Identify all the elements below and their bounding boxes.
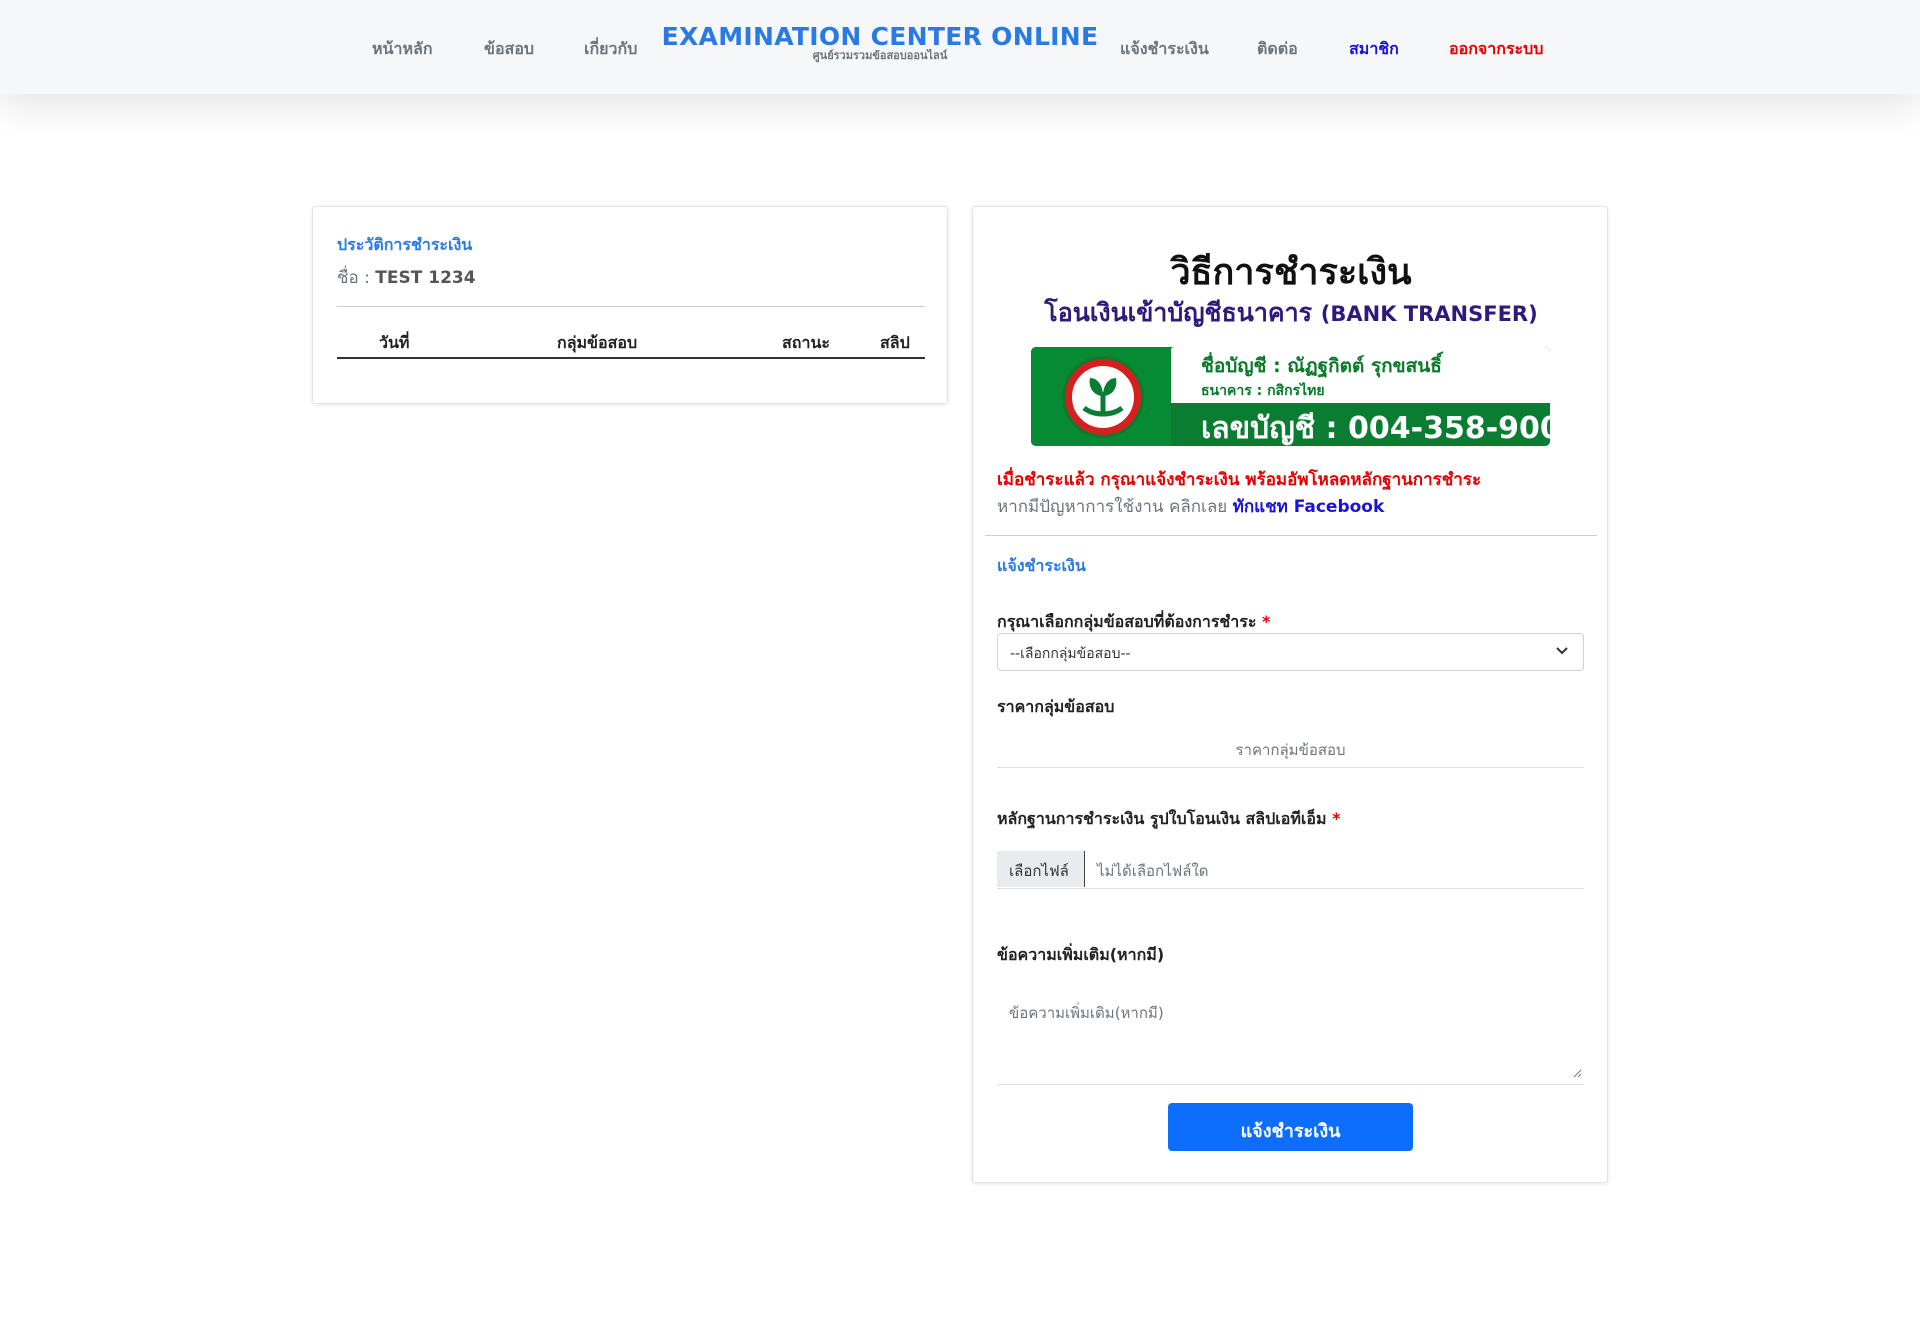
required-mark: * (1332, 809, 1341, 828)
exam-price-field: ราคากลุ่มข้อสอบ (997, 730, 1584, 768)
column-status: สถานะ (782, 333, 830, 352)
submit-payment-button[interactable]: แจ้งชำระเงิน (1168, 1103, 1413, 1151)
nav-contact-link[interactable]: ติดต่อ (1257, 37, 1298, 62)
nav-logout-link[interactable]: ออกจากระบบ (1449, 37, 1543, 62)
history-table-header: วันที่ กลุ่มข้อสอบ สถานะ สลิป (337, 331, 925, 359)
exam-group-label: กรุณาเลือกกลุ่มข้อสอบที่ต้องการชำระ * (997, 610, 1270, 635)
divider (337, 306, 925, 307)
exam-group-select[interactable]: --เลือกกลุ่มข้อสอบ-- (997, 633, 1584, 671)
choose-file-button[interactable]: เลือกไฟล์ (997, 851, 1085, 887)
bank-transfer-subtitle-en: (BANK TRANSFER) (1320, 302, 1538, 326)
bank-account-banner: ชื่อบัญชี : ณัฏฐกิตต์ รุกขสนธิ์ ธนาคาร :… (1031, 347, 1550, 446)
payment-notice: เมื่อชำระแล้ว กรุณาแจ้งชำระเงิน พร้อมอัพ… (997, 470, 1482, 490)
nav-home-link[interactable]: หน้าหลัก (372, 37, 433, 62)
top-navbar: หน้าหลัก ข้อสอบ เกี่ยวกับ EXAMINATION CE… (0, 0, 1920, 94)
note-textarea[interactable]: ข้อความเพิ่มเติม(หากมี) (997, 985, 1584, 1085)
exam-group-selected: --เลือกกลุ่มข้อสอบ-- (1010, 646, 1131, 662)
column-date: วันที่ (379, 333, 410, 352)
note-label: ข้อความเพิ่มเติม(หากมี) (997, 945, 1165, 964)
divider (985, 535, 1597, 536)
column-slip: สลิป (880, 333, 910, 352)
payment-proof-file-input[interactable]: เลือกไฟล์ ไม่ได้เลือกไฟล์ใด (997, 851, 1584, 889)
payment-proof-label: หลักฐานการชำระเงิน รูปใบโอนเงิน สลิปเอที… (997, 807, 1340, 832)
user-name-label: ชื่อ : (337, 268, 370, 288)
column-exam-group: กลุ่มข้อสอบ (557, 333, 638, 352)
nav-member-link[interactable]: สมาชิก (1349, 37, 1399, 62)
facebook-chat-link[interactable]: ทักแชท Facebook (1233, 497, 1385, 517)
user-name-row: ชื่อ : TEST 1234 (337, 264, 476, 291)
bank-transfer-subtitle: โอนเงินเข้าบัญชีธนาคาร (BANK TRANSFER) (973, 293, 1609, 333)
nav-exams-link[interactable]: ข้อสอบ (484, 37, 534, 62)
payment-proof-label-text: หลักฐานการชำระเงิน รูปใบโอนเงิน สลิปเอที… (997, 809, 1327, 828)
bank-info-area: ชื่อบัญชี : ณัฏฐกิตต์ รุกขสนธิ์ ธนาคาร :… (1171, 347, 1550, 446)
payment-history-card: ประวัติการชำระเงิน ชื่อ : TEST 1234 วันท… (312, 206, 948, 404)
payment-form-title: แจ้งชำระเงิน (997, 556, 1086, 575)
note-placeholder: ข้อความเพิ่มเติม(หากมี) (1009, 1004, 1164, 1022)
user-name-value: TEST 1234 (375, 268, 476, 288)
brand-title: EXAMINATION CENTER ONLINE (661, 22, 1099, 51)
payment-method-title: วิธีการชำระเงิน (1170, 252, 1412, 293)
payment-history-title: ประวัติการชำระเงิน (337, 235, 473, 254)
required-mark: * (1262, 612, 1271, 631)
no-file-chosen-text: ไม่ได้เลือกไฟล์ใด (1097, 862, 1209, 880)
kasikorn-logo-area (1031, 347, 1171, 446)
resize-grip-icon[interactable] (1573, 1064, 1582, 1082)
bank-account-number: เลขบัญชี : 004-358-9008 (1201, 411, 1550, 446)
payment-method-card: วิธีการชำระเงิน โอนเงินเข้าบัญชีธนาคาร (… (972, 206, 1608, 1183)
chevron-down-icon (1555, 643, 1569, 661)
kasikorn-bank-logo-icon (1065, 359, 1141, 435)
exam-price-label: ราคากลุ่มข้อสอบ (997, 697, 1115, 716)
brand-logo[interactable]: EXAMINATION CENTER ONLINE ศูนย์รวมรวมข้อ… (660, 22, 1100, 62)
help-text-label: หากมีปัญหาการใช้งาน คลิกเลย (997, 497, 1228, 517)
nav-about-link[interactable]: เกี่ยวกับ (584, 37, 637, 62)
exam-group-label-text: กรุณาเลือกกลุ่มข้อสอบที่ต้องการชำระ (997, 612, 1257, 631)
bank-name: ธนาคาร : กสิกรไทย (1201, 383, 1325, 399)
bank-info-top: ชื่อบัญชี : ณัฏฐกิตต์ รุกขสนธิ์ ธนาคาร :… (1171, 347, 1550, 403)
bank-transfer-subtitle-th: โอนเงินเข้าบัญชีธนาคาร (1044, 298, 1313, 327)
nav-payment-link[interactable]: แจ้งชำระเงิน (1120, 37, 1209, 62)
bank-account-name: ชื่อบัญชี : ณัฏฐกิตต์ รุกขสนธิ์ (1201, 355, 1442, 377)
help-text: หากมีปัญหาการใช้งาน คลิกเลย ทักแชท Faceb… (997, 493, 1384, 520)
